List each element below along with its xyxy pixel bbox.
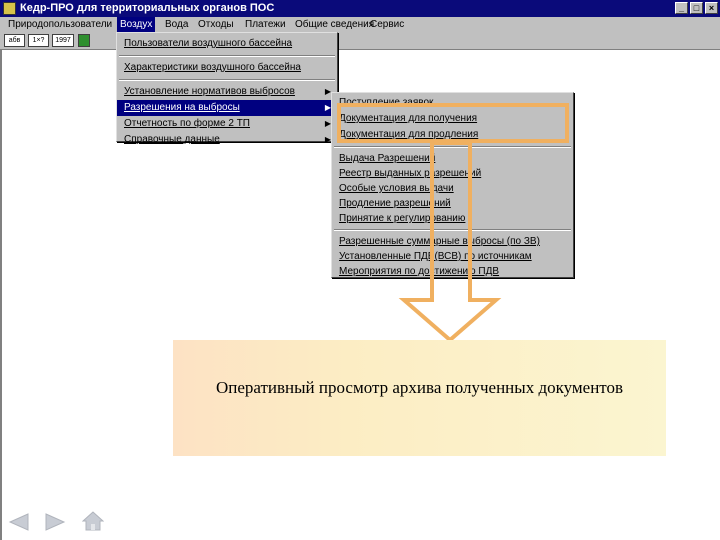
air-menu-item-characteristics[interactable]: Характеристики воздушного бассейна <box>117 60 337 76</box>
menu-waste[interactable]: Отходы <box>195 17 237 32</box>
item-label: Установление нормативов выбросов <box>124 86 295 97</box>
toolbar-button-year[interactable]: 1997 <box>52 34 74 47</box>
submenu-item-total-emissions[interactable]: Разрешенные суммарные выбросы (по ЗВ) <box>332 234 573 249</box>
window-controls: _ □ × <box>675 2 718 14</box>
toolbar-button-abv[interactable]: абв <box>4 34 25 47</box>
menu-separator <box>334 146 571 148</box>
submenu-item-issue[interactable]: Выдача Разрешений <box>332 151 573 166</box>
title-bar: Кедр-ПРО для территориальных органов ПОС… <box>0 0 720 17</box>
maximize-button[interactable]: □ <box>690 2 703 14</box>
air-menu-item-reference[interactable]: Справочные данные ▶ <box>117 132 337 148</box>
next-arrow-icon[interactable] <box>44 513 66 531</box>
air-menu-item-users[interactable]: Пользователи воздушного бассейна <box>117 36 337 52</box>
submenu-item-mpe-sources[interactable]: Установленные ПДВ(ВСВ) по источникам <box>332 249 573 264</box>
menu-payments[interactable]: Платежи <box>242 17 289 32</box>
callout-box: Оперативный просмотр архива полученных д… <box>173 340 666 456</box>
window-title: Кедр-ПРО для территориальных органов ПОС <box>20 2 275 14</box>
menu-service[interactable]: Сервис <box>367 17 407 32</box>
menu-air[interactable]: Воздух <box>117 17 156 32</box>
menu-general-info[interactable]: Общие сведения <box>292 17 377 32</box>
menu-users[interactable]: Природопользователи <box>5 17 115 32</box>
item-label: Отчетность по форме 2 ТП <box>124 118 250 129</box>
menu-bar: Природопользователи Воздух Вода Отходы П… <box>0 17 720 32</box>
close-button[interactable]: × <box>705 2 718 14</box>
air-menu-item-standards[interactable]: Установление нормативов выбросов ▶ <box>117 84 337 100</box>
air-menu-item-permits[interactable]: Разрешения на выбросы ▶ <box>117 100 337 116</box>
item-label: Разрешения на выбросы <box>124 102 240 113</box>
toolbar: абв 1×? 1997 <box>0 32 720 50</box>
submenu-item-registry[interactable]: Реестр выданных разрешений <box>332 166 573 181</box>
prev-arrow-icon[interactable] <box>8 513 30 531</box>
menu-water[interactable]: Вода <box>162 17 191 32</box>
toolbar-button-calc[interactable]: 1×? <box>28 34 49 47</box>
app-icon[interactable] <box>3 2 16 15</box>
menu-separator <box>334 229 571 231</box>
callout-text: Оперативный просмотр архива полученных д… <box>215 378 624 397</box>
home-icon[interactable] <box>82 511 104 531</box>
air-menu: Пользователи воздушного бассейна Характе… <box>116 32 338 145</box>
highlight-frame <box>337 103 569 143</box>
minimize-button[interactable]: _ <box>675 2 688 14</box>
toolbar-green-icon[interactable] <box>78 34 90 47</box>
menu-separator <box>119 55 335 57</box>
submenu-item-extension[interactable]: Продление разрешений <box>332 196 573 211</box>
submenu-item-special-conditions[interactable]: Особые условия выдачи <box>332 181 573 196</box>
submenu-item-regulation[interactable]: Принятие к регулированию <box>332 211 573 226</box>
item-label: Справочные данные <box>124 134 220 145</box>
submenu-item-mpe-measures[interactable]: Мероприятия по достижению ПДВ <box>332 264 573 279</box>
menu-separator <box>119 79 335 81</box>
air-menu-item-report[interactable]: Отчетность по форме 2 ТП ▶ <box>117 116 337 132</box>
